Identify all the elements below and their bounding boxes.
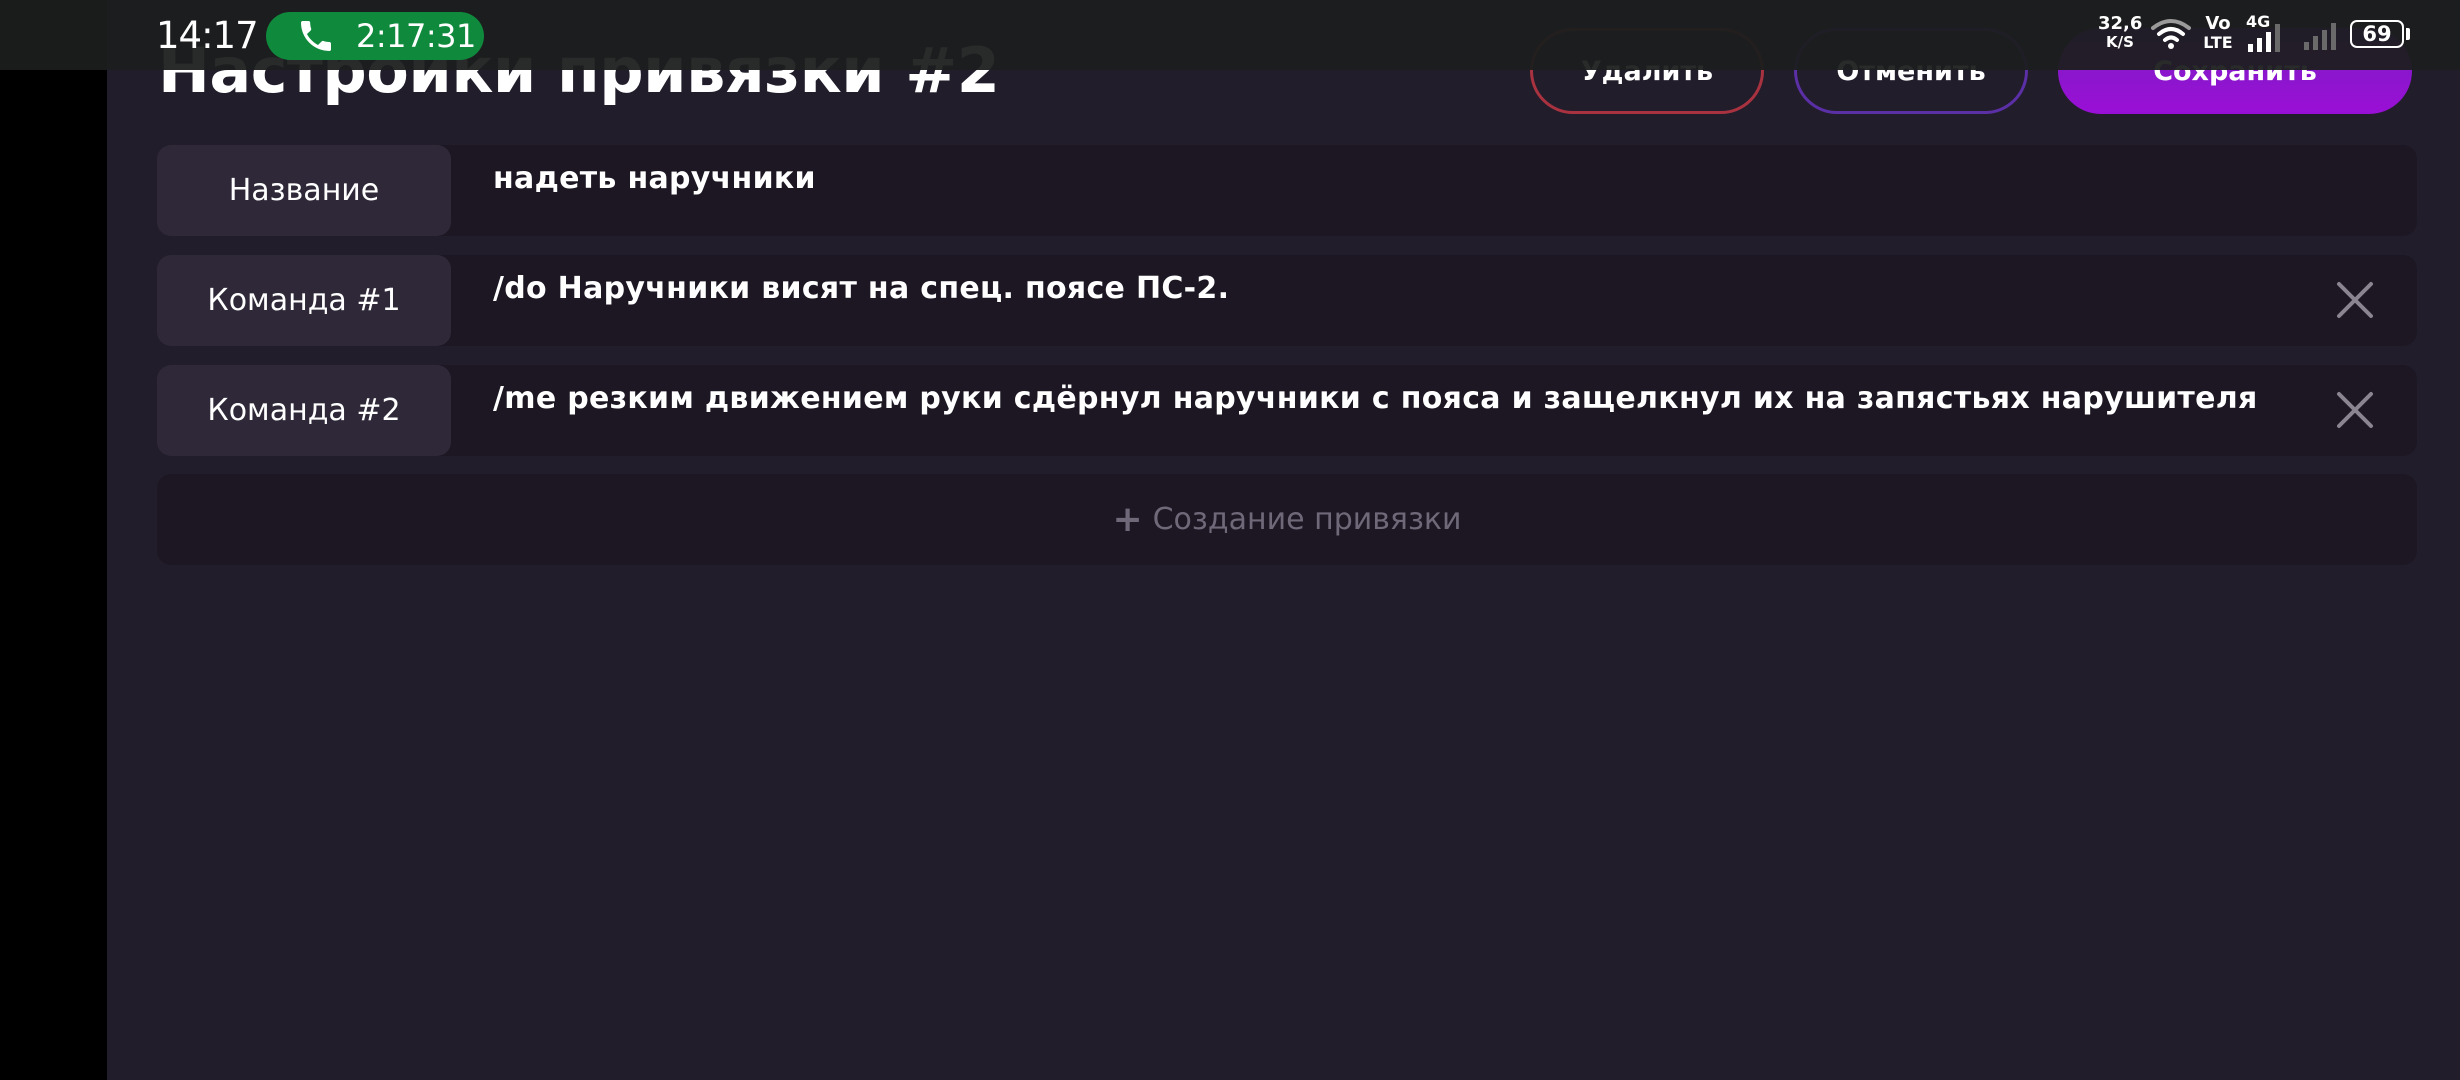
command-1-input[interactable]: /do Наручники висят на спец. поясе ПС-2. xyxy=(493,271,2353,306)
left-black-bar xyxy=(0,0,107,1080)
battery-tip xyxy=(2406,28,2410,40)
network-speed-unit: K/S xyxy=(2106,33,2134,51)
close-icon[interactable] xyxy=(2335,390,2375,430)
command-2-input[interactable]: /me резким движением руки сдёрнул наручн… xyxy=(493,381,2353,416)
volte-top: Vo xyxy=(2205,13,2231,34)
close-icon[interactable] xyxy=(2335,280,2375,320)
plus-icon: + xyxy=(1112,499,1143,540)
command-2-label: Команда #2 xyxy=(157,365,451,456)
signal-icon xyxy=(2304,23,2336,50)
status-time: 14:17 xyxy=(156,14,259,57)
command-row-1: Команда #1 /do Наручники висят на спец. … xyxy=(157,255,2417,346)
volte-indicator: Vo LTE xyxy=(2200,14,2236,52)
create-binding-label: Создание привязки xyxy=(1152,502,1462,537)
binding-name-row: Название надеть наручники xyxy=(157,145,2417,236)
network-speed-value: 32,6 xyxy=(2098,13,2143,34)
wifi-icon xyxy=(2151,19,2191,49)
name-label: Название xyxy=(157,145,451,236)
command-1-label: Команда #1 xyxy=(157,255,451,346)
name-input[interactable]: надеть наручники xyxy=(493,161,2353,196)
signal-icon: 4G xyxy=(2246,14,2286,54)
call-duration: 2:17:31 xyxy=(356,17,476,55)
phone-icon xyxy=(301,21,331,51)
battery-icon: 69 xyxy=(2350,20,2404,48)
create-binding-button[interactable]: + Создание привязки xyxy=(157,474,2417,565)
command-row-2: Команда #2 /me резким движением руки сдё… xyxy=(157,365,2417,456)
network-speed: 32,6 K/S xyxy=(2098,14,2142,52)
volte-bottom: LTE xyxy=(2203,33,2233,52)
status-bar: 14:17 2:17:31 32,6 K/S Vo LTE 4G 69 xyxy=(0,0,2460,70)
ongoing-call-pill[interactable]: 2:17:31 xyxy=(266,12,484,60)
